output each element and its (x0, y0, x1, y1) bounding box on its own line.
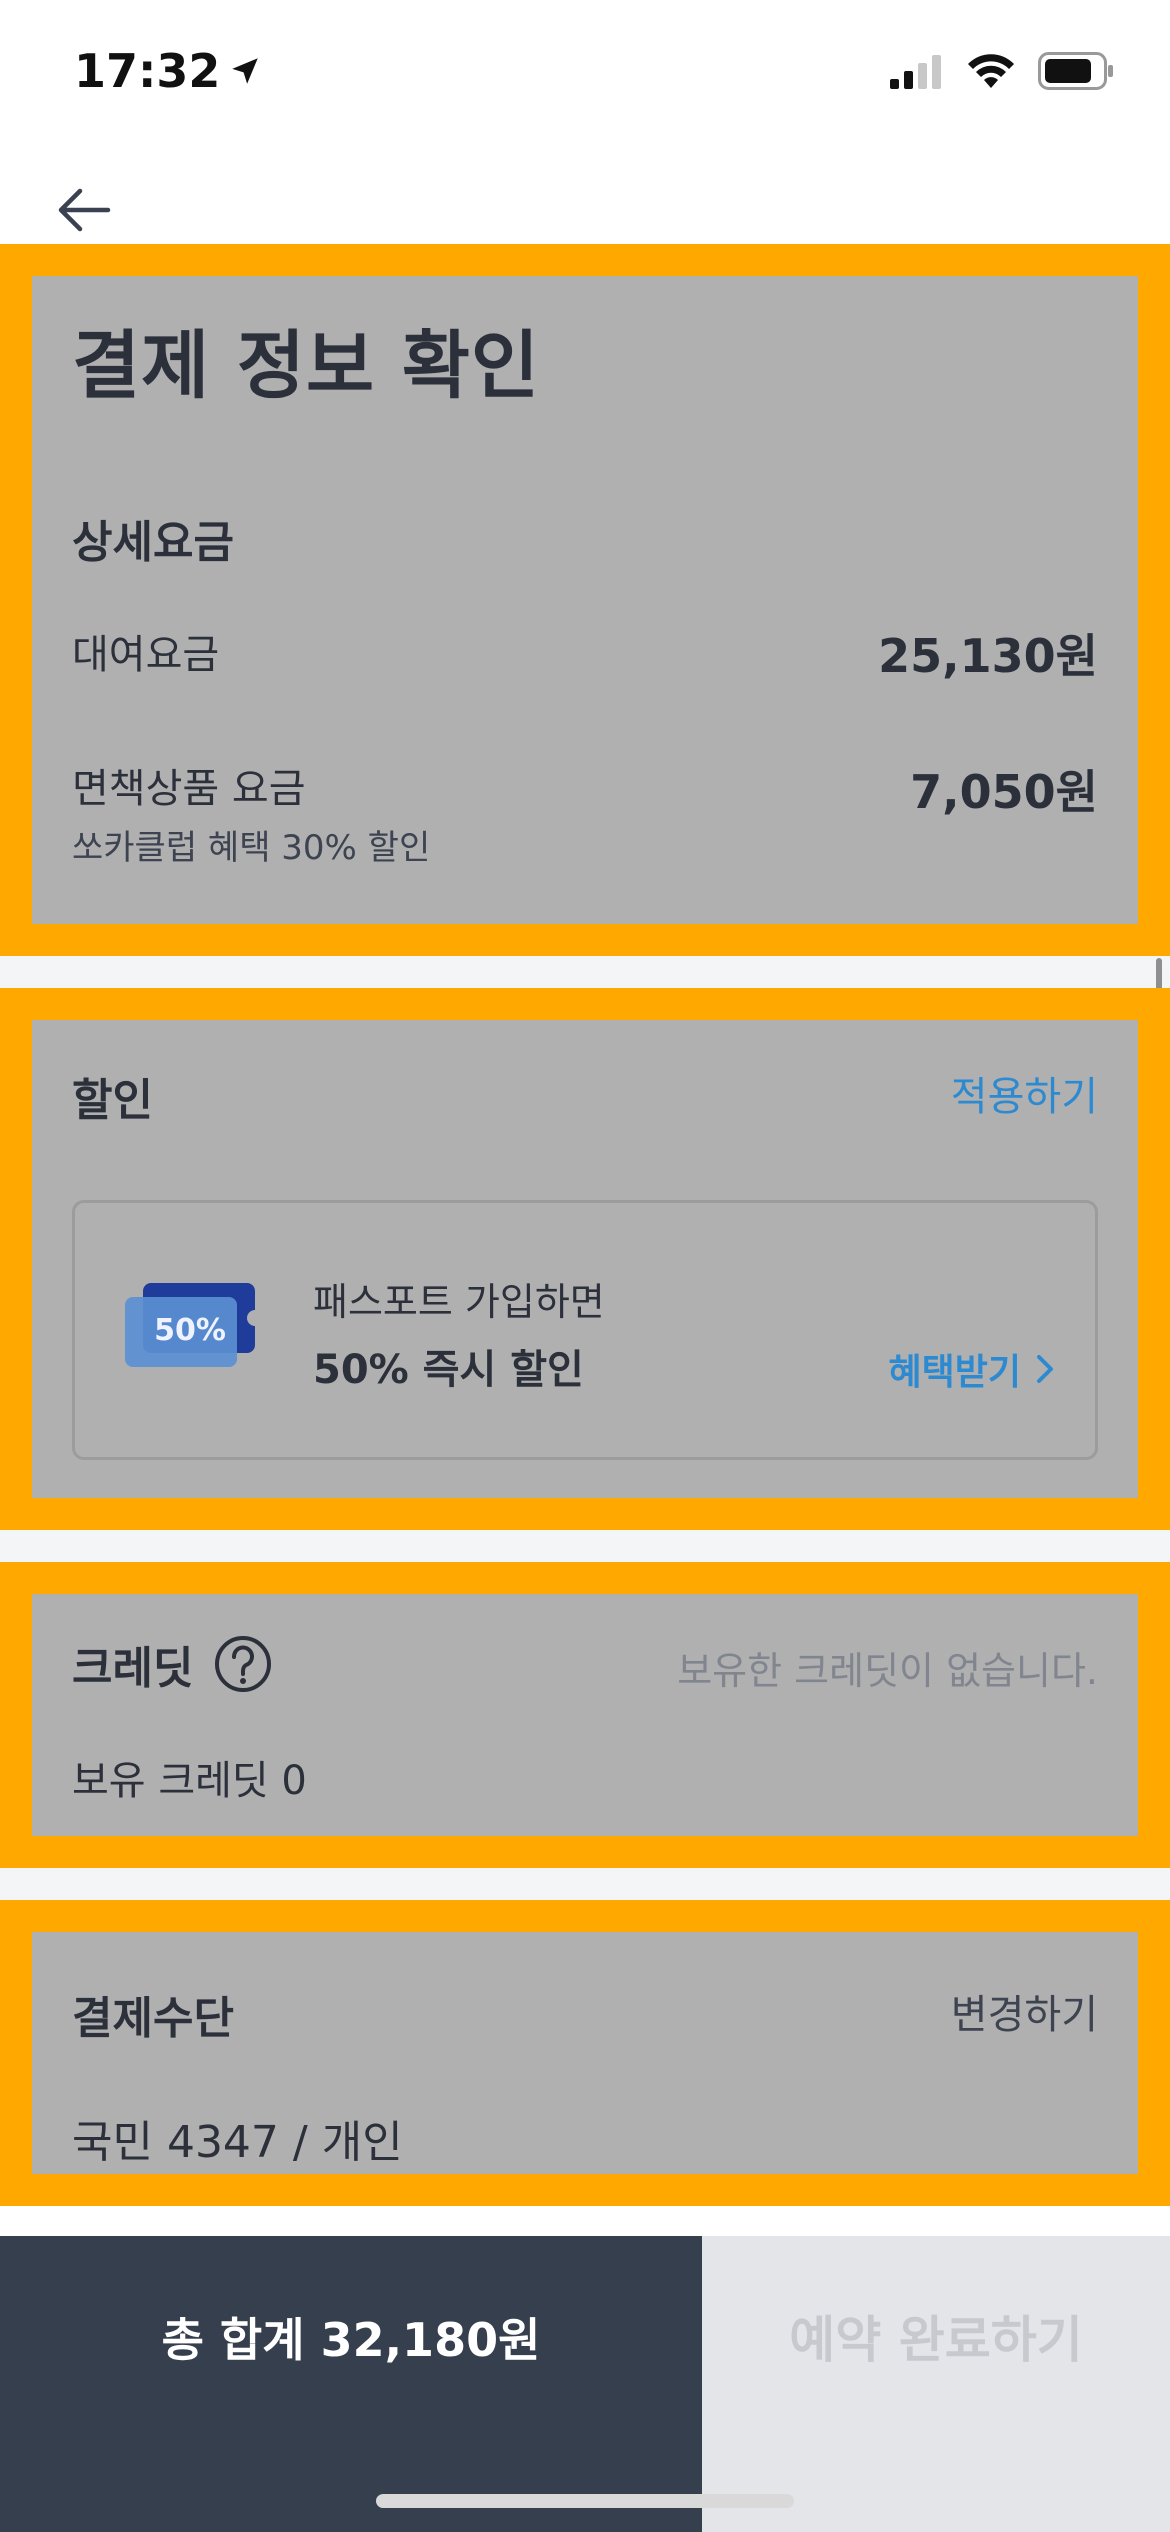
discount-heading: 할인 (72, 1075, 153, 1126)
back-arrow-icon[interactable] (52, 178, 116, 242)
rental-fee-label: 대여요금 (72, 632, 220, 678)
time-text: 17:32 (74, 44, 221, 98)
coupon-badge-text: 50% (154, 1313, 226, 1348)
status-time: 17:32 (74, 44, 262, 98)
credit-heading: 크레딧 (72, 1643, 194, 1694)
home-indicator (376, 2494, 794, 2508)
payment-section-frame: 결제수단 변경하기 국민 4347 / 개인 (0, 1900, 1170, 2206)
credit-heading-row: 크레딧 (72, 1632, 273, 1696)
section-divider (0, 1530, 1170, 1562)
section-divider (0, 2206, 1170, 2236)
battery-icon (1038, 52, 1113, 90)
credit-section: 크레딧 보유한 크레딧이 없습니다. 보유 크레딧 0 (32, 1594, 1138, 1836)
insurance-fee-label: 면책상품 요금 (72, 766, 306, 812)
insurance-discount-note: 쏘카클럽 혜택 30% 할인 (72, 828, 431, 868)
status-icons (890, 52, 1114, 90)
apply-discount-button[interactable]: 적용하기 (951, 1064, 1098, 1122)
details-section-frame: 결제 정보 확인 상세요금 대여요금 25,130원 면책상품 요금 쏘카클럽 … (0, 244, 1170, 956)
insurance-fee-amount: 7,050원 (910, 765, 1098, 819)
discount-section-frame: 할인 적용하기 50% 패스포트 가입하면 50% 즉시 할인 혜택받기 (0, 988, 1170, 1530)
details-heading: 상세요금 (72, 517, 234, 568)
complete-reservation-button[interactable]: 예약 완료하기 (702, 2236, 1170, 2532)
scrollbar[interactable] (1156, 958, 1162, 992)
passport-promo-card[interactable]: 50% 패스포트 가입하면 50% 즉시 할인 혜택받기 (72, 1200, 1098, 1460)
payment-heading: 결제수단 (72, 1993, 234, 2044)
help-question-icon[interactable] (213, 1634, 273, 1694)
credit-section-frame: 크레딧 보유한 크레딧이 없습니다. 보유 크레딧 0 (0, 1562, 1170, 1868)
location-arrow-icon (232, 58, 259, 84)
change-payment-button[interactable]: 변경하기 (951, 1982, 1098, 2040)
promo-line-1: 패스포트 가입하면 (313, 1280, 605, 1324)
total-summary: 총 합계 32,180원 (0, 2236, 702, 2532)
get-benefit-label: 혜택받기 (888, 1352, 1021, 1393)
credit-balance: 보유 크레딧 0 (72, 1758, 307, 1804)
payment-method: 국민 4347 / 개인 (72, 2117, 403, 2168)
complete-reservation-label: 예약 완료하기 (789, 2311, 1083, 2369)
details-section: 결제 정보 확인 상세요금 대여요금 25,130원 면책상품 요금 쏘카클럽 … (32, 276, 1138, 924)
discount-section: 할인 적용하기 50% 패스포트 가입하면 50% 즉시 할인 혜택받기 (32, 1020, 1138, 1498)
total-amount: 총 합계 32,180원 (161, 2313, 541, 2367)
wifi-icon (968, 54, 1014, 88)
get-benefit-button[interactable]: 혜택받기 (889, 1343, 1055, 1395)
rental-fee-amount: 25,130원 (878, 629, 1098, 683)
credit-status: 보유한 크레딧이 없습니다. (677, 1649, 1098, 1693)
page-title: 결제 정보 확인 (72, 323, 541, 409)
payment-section: 결제수단 변경하기 국민 4347 / 개인 (32, 1932, 1138, 2174)
section-divider (0, 1868, 1170, 1900)
cellular-signal-icon (890, 55, 941, 89)
chevron-right-icon (1037, 1355, 1053, 1383)
section-divider (0, 956, 1170, 988)
promo-line-2: 50% 즉시 할인 (313, 1347, 584, 1393)
